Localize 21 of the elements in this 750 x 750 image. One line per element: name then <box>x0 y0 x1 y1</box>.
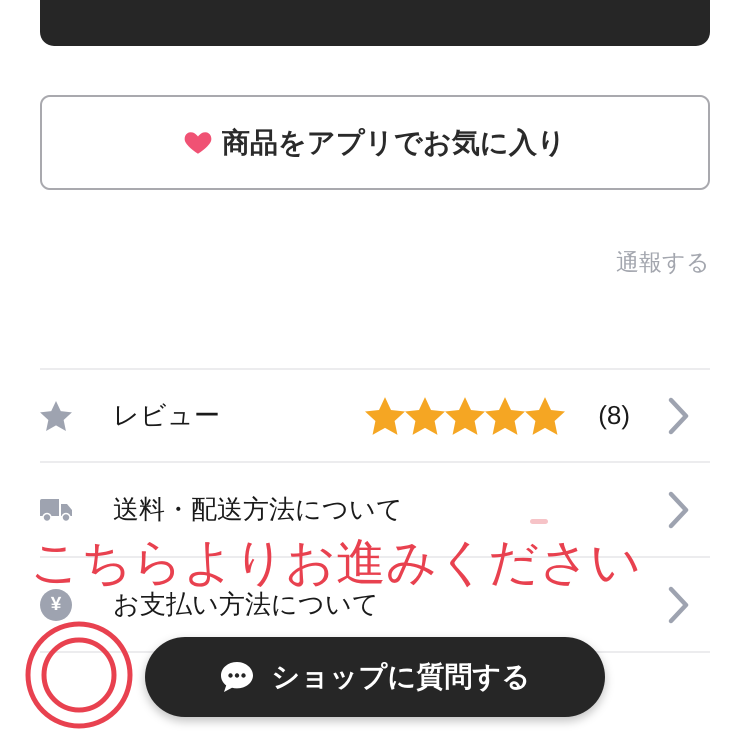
row-label[interactable]: レビュー <box>113 396 220 435</box>
ask-shop-button[interactable]: ショップに質問する <box>145 637 605 717</box>
truck-icon <box>40 498 72 522</box>
yen-icon: ¥ <box>40 588 72 620</box>
star-icon <box>365 396 406 434</box>
row-label[interactable]: 送料・配送方法について <box>113 490 403 529</box>
annotation-text: こちらよりお進みください <box>30 537 641 587</box>
star-icon <box>40 400 72 430</box>
dash-mark <box>530 519 548 524</box>
chevron-right-icon <box>668 490 690 528</box>
star-icon <box>525 396 566 434</box>
chat-bubble-icon <box>220 661 254 693</box>
star-icon <box>485 396 526 434</box>
review-count: (8) <box>598 399 630 432</box>
favorite-button[interactable]: 商品をアプリでお気に入り <box>40 95 710 190</box>
heart-icon <box>184 132 212 154</box>
cut-off-button[interactable] <box>40 0 710 46</box>
star-icon <box>445 396 486 434</box>
chevron-right-icon <box>668 586 690 624</box>
star-icon <box>405 396 446 434</box>
chevron-right-icon <box>668 396 690 434</box>
